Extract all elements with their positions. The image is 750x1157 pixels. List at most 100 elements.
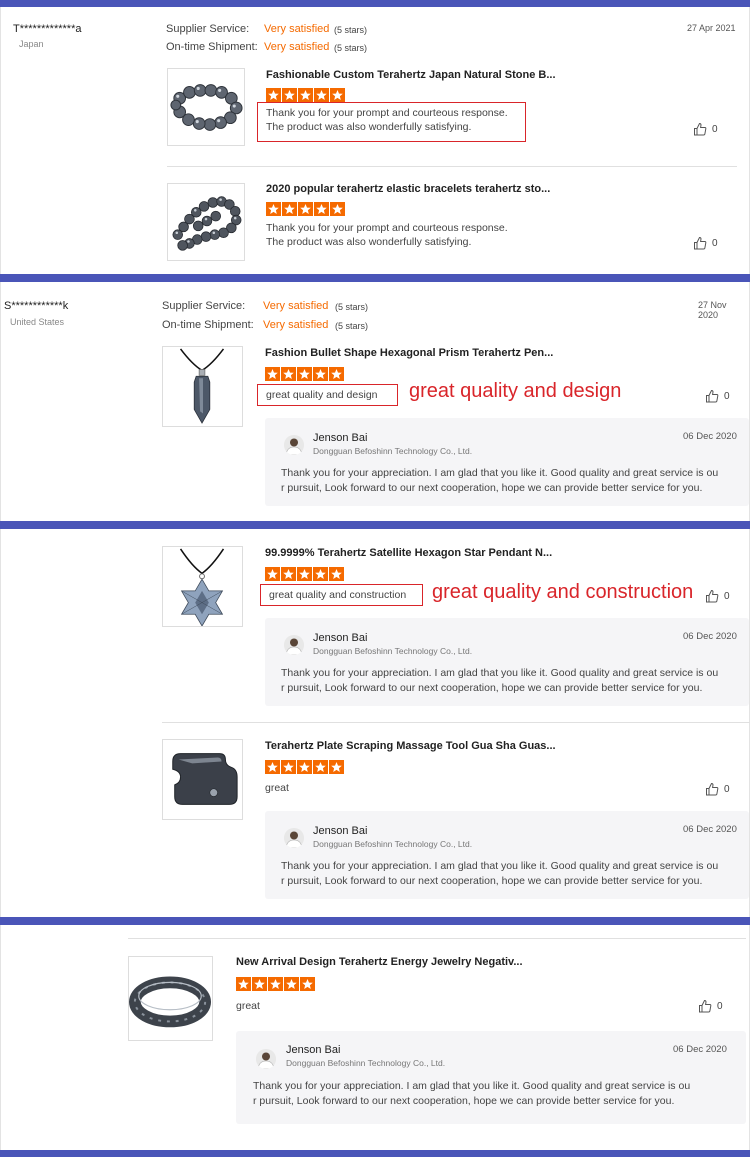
thumbs-up-icon — [698, 999, 712, 1013]
reviewer-country: United States — [10, 317, 65, 327]
rating-stars — [265, 367, 344, 381]
star-icon — [329, 760, 344, 774]
gua-sha-tool-image — [172, 753, 238, 805]
thumbs-up-icon — [705, 389, 719, 403]
star-icon — [330, 88, 345, 102]
star-icon — [298, 88, 313, 102]
star-icon — [265, 567, 280, 581]
bead-bracelet-image — [170, 84, 243, 131]
star-icon — [281, 760, 296, 774]
reply-text-line: Thank you for your appreciation. I am gl… — [281, 467, 719, 479]
like-button[interactable]: 0 — [705, 782, 730, 796]
review-card: T*************a Japan Supplier Service: … — [0, 7, 750, 274]
star-icon — [330, 202, 345, 216]
star-icon — [297, 567, 312, 581]
reviewer-name: T*************a — [13, 23, 82, 35]
rating-stars — [266, 88, 345, 102]
reviewer-country: Japan — [19, 39, 44, 49]
energy-bracelet-image — [129, 976, 212, 1028]
product-title-link[interactable]: Terahertz Plate Scraping Massage Tool Gu… — [265, 740, 556, 752]
reply-company: Dongguan Befoshinn Technology Co., Ltd. — [286, 1058, 446, 1068]
section-separator — [0, 274, 750, 282]
like-button[interactable]: 0 — [693, 236, 718, 250]
reply-text-line: r pursuit, Look forward to our next coop… — [281, 682, 703, 694]
seller-reply: Jenson Bai Dongguan Befoshinn Technology… — [265, 811, 749, 899]
hexagon-star-pendant-image — [179, 548, 225, 626]
star-icon — [282, 88, 297, 102]
review-date: 27 Apr 2021 — [687, 23, 736, 33]
like-button[interactable]: 0 — [705, 389, 730, 403]
review-text-line: Thank you for your prompt and courteous … — [266, 107, 508, 119]
seller-reply: Jenson Bai Dongguan Befoshinn Technology… — [236, 1031, 746, 1124]
supplier-service-value: Very satisfied — [264, 23, 330, 35]
product-thumbnail[interactable] — [167, 183, 245, 261]
reply-date: 06 Dec 2020 — [683, 824, 737, 835]
like-count: 0 — [724, 590, 730, 602]
like-count: 0 — [724, 390, 730, 402]
seller-reply: Jenson Bai Dongguan Befoshinn Technology… — [265, 618, 749, 706]
product-thumbnail[interactable] — [162, 739, 243, 820]
seller-reply: Jenson Bai Dongguan Befoshinn Technology… — [265, 418, 749, 506]
review-text-line: The product was also wonderfully satisfy… — [266, 236, 472, 248]
thumbs-up-icon — [705, 782, 719, 796]
reply-date: 06 Dec 2020 — [683, 431, 737, 442]
star-icon — [265, 367, 280, 381]
star-icon — [252, 977, 267, 991]
star-icon — [298, 202, 313, 216]
like-button[interactable]: 0 — [698, 999, 723, 1013]
product-title-link[interactable]: Fashion Bullet Shape Hexagonal Prism Ter… — [265, 347, 553, 359]
shipment-value: Very satisfied — [263, 319, 329, 331]
star-icon — [314, 202, 329, 216]
star-icon — [314, 88, 329, 102]
like-count: 0 — [717, 1000, 723, 1012]
review-text: great — [265, 782, 289, 794]
rating-stars — [236, 977, 315, 991]
like-count: 0 — [724, 783, 730, 795]
like-button[interactable]: 0 — [705, 589, 730, 603]
star-icon — [281, 367, 296, 381]
product-title-link[interactable]: 2020 popular terahertz elastic bracelets… — [266, 183, 550, 195]
reply-company: Dongguan Befoshinn Technology Co., Ltd. — [313, 839, 473, 849]
product-title-link[interactable]: 99.9999% Terahertz Satellite Hexagon Sta… — [265, 547, 552, 559]
product-thumbnail[interactable] — [162, 346, 243, 427]
product-title-link[interactable]: Fashionable Custom Terahertz Japan Natur… — [266, 69, 556, 81]
review-text: great — [236, 1000, 260, 1012]
annotation-text: great quality and design — [409, 380, 622, 402]
elastic-bracelet-image — [172, 196, 242, 251]
shipment-stars: (5 stars) — [335, 321, 369, 331]
supplier-service-stars: (5 stars) — [334, 25, 368, 35]
product-thumbnail[interactable] — [162, 546, 243, 627]
rating-stars — [265, 567, 344, 581]
product-thumbnail[interactable] — [128, 956, 213, 1041]
review-text-line: Thank you for your prompt and courteous … — [266, 222, 508, 234]
reply-date: 06 Dec 2020 — [683, 631, 737, 642]
review-text: Thank you for your prompt and courteous … — [257, 102, 526, 142]
star-icon — [297, 760, 312, 774]
product-title-link[interactable]: New Arrival Design Terahertz Energy Jewe… — [236, 956, 523, 968]
review-card: 99.9999% Terahertz Satellite Hexagon Sta… — [0, 529, 750, 917]
star-icon — [329, 367, 344, 381]
star-icon — [268, 977, 283, 991]
reply-text-line: Thank you for your appreciation. I am gl… — [281, 860, 719, 872]
reply-company: Dongguan Befoshinn Technology Co., Ltd. — [313, 646, 473, 656]
like-button[interactable]: 0 — [693, 122, 718, 136]
reviewer-name: S************k — [4, 300, 69, 312]
product-thumbnail[interactable] — [167, 68, 245, 146]
hexagonal-prism-pendant-image — [179, 348, 225, 424]
review-text: great quality and design — [257, 384, 398, 406]
reply-company: Dongguan Befoshinn Technology Co., Ltd. — [313, 446, 473, 456]
star-icon — [313, 760, 328, 774]
reply-text: Thank you for your appreciation. I am gl… — [281, 466, 718, 496]
star-icon — [329, 567, 344, 581]
star-icon — [313, 567, 328, 581]
star-icon — [266, 202, 281, 216]
review-card: S************k United States Supplier Se… — [0, 282, 750, 521]
avatar — [256, 1049, 276, 1069]
reply-author-name: Jenson Bai — [313, 825, 368, 837]
like-count: 0 — [712, 123, 718, 135]
thumbs-up-icon — [693, 236, 707, 250]
reply-text: Thank you for your appreciation. I am gl… — [281, 666, 718, 696]
review-card: New Arrival Design Terahertz Energy Jewe… — [0, 925, 750, 1150]
reply-text-line: r pursuit, Look forward to our next coop… — [281, 482, 703, 494]
star-icon — [313, 367, 328, 381]
